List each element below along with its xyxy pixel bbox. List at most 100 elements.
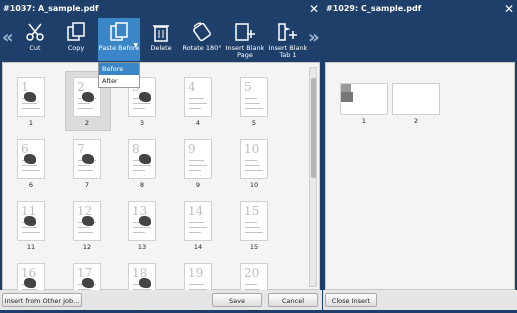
thumbnail-page-number: 4 [188, 80, 196, 94]
cut-button[interactable]: Cut [20, 18, 50, 61]
page-label: 11 [26, 243, 36, 251]
rotate-button[interactable]: Rotate 180° [182, 18, 222, 61]
text-line [22, 170, 40, 171]
page-label: 13 [137, 243, 147, 251]
thumbnail-page-number: 8 [132, 142, 140, 156]
page-thumbnail[interactable]: 11 [17, 201, 45, 241]
illustration [24, 92, 36, 102]
page-thumbnail[interactable]: 13 [128, 201, 156, 241]
page-label: 6 [28, 181, 34, 189]
paste-before-button[interactable]: Paste Before ▼ [98, 18, 140, 61]
right-pane: #1029: C_sample.pdf ✕ 1 2 Close Insert [323, 0, 517, 310]
illustration [24, 154, 36, 164]
page-thumbnail[interactable]: 8 [128, 139, 156, 179]
text-line [245, 160, 257, 161]
rotate-icon [193, 22, 211, 42]
cut-label: Cut [29, 44, 41, 52]
page-label: 7 [84, 181, 90, 189]
page-thumbnail[interactable]: 5 [240, 77, 268, 117]
page-label: 2 [84, 119, 90, 127]
text-line [245, 165, 260, 166]
illustration [139, 154, 151, 164]
text-line [189, 165, 207, 166]
page-grid: 1122334455667788991010111112121313141415… [2, 62, 320, 313]
insert-from-other-job-button[interactable]: Insert from Other Job... [2, 293, 82, 307]
page-thumbnail[interactable]: 10 [240, 139, 268, 179]
text-line [189, 108, 201, 109]
scroll-right-arrow-icon[interactable]: » [308, 28, 320, 48]
paste-icon [110, 22, 128, 41]
copy-label: Copy [67, 44, 85, 52]
illustration [24, 216, 36, 226]
text-line [78, 227, 90, 228]
text-line [133, 165, 151, 166]
text-line [78, 103, 90, 104]
close-icon[interactable]: ✕ [504, 0, 514, 18]
rotate-label: Rotate 180° [182, 44, 222, 52]
text-line [189, 98, 204, 99]
right-page-label: 1 [361, 117, 367, 125]
page-thumbnail[interactable]: 6 [17, 139, 45, 179]
cancel-button[interactable]: Cancel [268, 293, 318, 307]
page-thumbnail[interactable]: 14 [184, 201, 212, 241]
illustration [82, 154, 94, 164]
page-thumbnail[interactable]: 12 [73, 201, 101, 241]
page-thumbnail[interactable]: 1 [17, 77, 45, 117]
thumbnail-page-number: 5 [244, 80, 252, 94]
close-insert-button[interactable]: Close Insert [325, 293, 377, 307]
delete-button[interactable]: Delete [146, 18, 176, 61]
text-line [189, 284, 204, 285]
right-title-text: #1029: C_sample.pdf [326, 4, 422, 13]
illustration [139, 216, 151, 226]
text-line [245, 222, 257, 223]
thumbnail-page-number: 15 [244, 204, 260, 218]
text-line [78, 108, 93, 109]
text-line [22, 165, 37, 166]
trash-icon [153, 25, 169, 42]
paste-option-after[interactable]: After [99, 75, 139, 87]
right-bottom-bar: Close Insert [323, 290, 517, 310]
page-thumbnail[interactable]: 9 [184, 139, 212, 179]
right-page-grid: 1 2 [325, 62, 515, 290]
insert-page-icon [235, 23, 255, 41]
text-line [78, 232, 93, 233]
scissors-icon [26, 23, 44, 41]
text-line [245, 108, 263, 109]
thumbnail-page-number: 20 [244, 266, 260, 280]
right-page-thumbnail[interactable] [340, 83, 388, 115]
page-label: 15 [249, 243, 259, 251]
page-thumbnail[interactable]: 2 [73, 77, 101, 117]
text-line [245, 98, 257, 99]
text-line [189, 170, 201, 171]
scrollbar[interactable] [309, 67, 317, 287]
left-pane: #1037: A_sample.pdf ✕ « Cut Copy Paste B… [0, 0, 322, 313]
insert-blank-page-button[interactable]: Insert Blank Page [224, 18, 266, 61]
page-label: 5 [251, 119, 257, 127]
insert-tab-label: Insert Blank Tab 1 [268, 44, 308, 59]
illustration [82, 216, 94, 226]
insert-blank-tab-button[interactable]: Insert Blank Tab 1 [268, 18, 308, 61]
save-button[interactable]: Save [212, 293, 262, 307]
page-label: 14 [193, 243, 203, 251]
text-line [189, 222, 204, 223]
text-line [189, 227, 207, 228]
page-thumbnail[interactable]: 15 [240, 201, 268, 241]
paste-option-before[interactable]: Before [99, 63, 139, 75]
right-page-label: 2 [413, 117, 419, 125]
thumbnail-page-number: 10 [244, 142, 260, 156]
delete-label: Delete [150, 44, 172, 52]
text-line [78, 170, 93, 171]
copy-button[interactable]: Copy [60, 18, 92, 61]
text-line [133, 108, 145, 109]
text-line [78, 165, 90, 166]
page-thumbnail[interactable]: 4 [184, 77, 212, 117]
page-thumbnail[interactable]: 7 [73, 139, 101, 179]
scrollbar-thumb[interactable] [311, 78, 316, 178]
close-icon[interactable]: ✕ [309, 0, 319, 18]
page-label: 3 [139, 119, 145, 127]
thumbnail-page-number: 14 [188, 204, 204, 218]
text-line [245, 103, 260, 104]
text-line [22, 108, 40, 109]
right-page-thumbnail[interactable] [392, 83, 440, 115]
scroll-left-arrow-icon[interactable]: « [2, 28, 14, 48]
